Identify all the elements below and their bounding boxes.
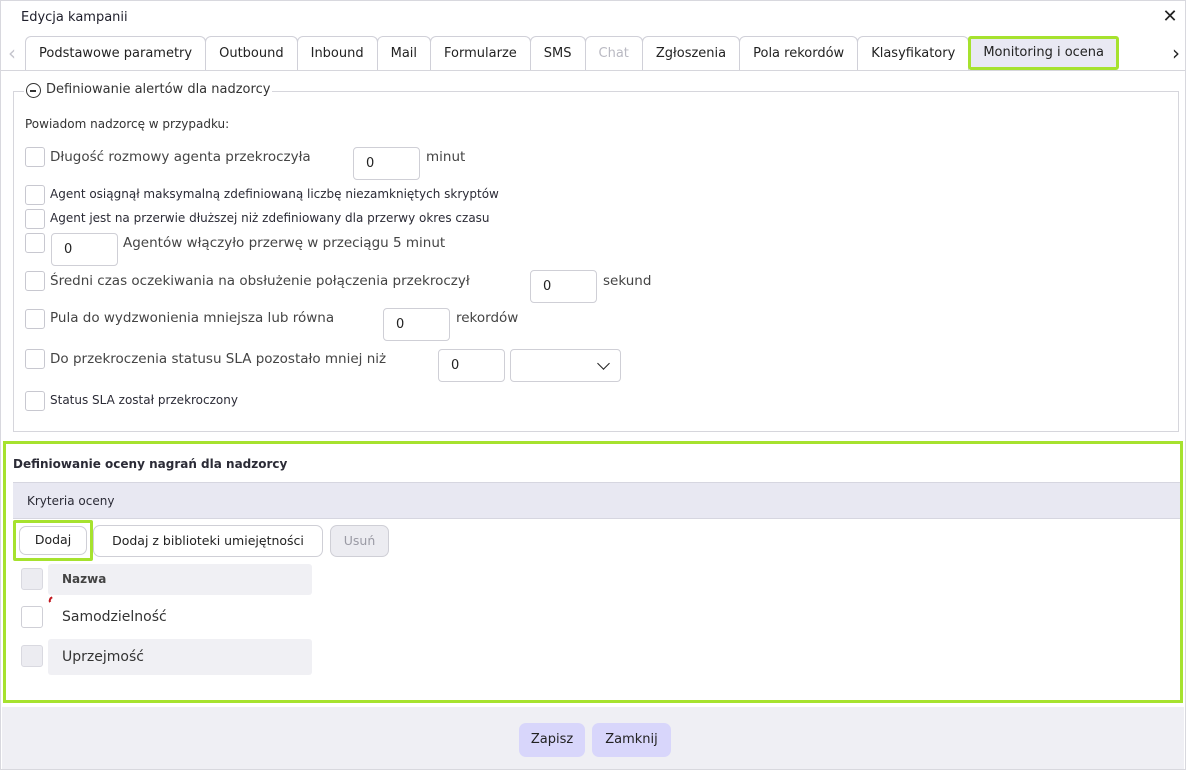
alerts-group: Definiowanie alertów dla nadzorcy Powiad… — [13, 82, 1179, 432]
avg-wait-checkbox[interactable] — [25, 271, 45, 291]
tab-klasyfikatory[interactable]: Klasyfikatory — [857, 36, 970, 70]
tab-podstawowe-parametry[interactable]: Podstawowe parametry — [25, 36, 207, 70]
long-break-checkbox[interactable] — [25, 209, 45, 229]
rating-section-title: Definiowanie oceny nagrań dla nadzorcy — [13, 457, 288, 471]
call-length-unit: minut — [426, 149, 466, 165]
add-button-label: Dodaj — [19, 526, 87, 555]
criteria-header-bar: Kryteria oceny — [13, 482, 1180, 519]
avg-wait-unit: sekund — [603, 273, 652, 289]
tab-chat[interactable]: Chat — [584, 36, 643, 70]
criteria-header-label: Kryteria oceny — [27, 494, 115, 508]
sla-exceeded-label: Status SLA został przekroczony — [50, 393, 238, 407]
max-scripts-checkbox[interactable] — [25, 185, 45, 205]
break-count-input[interactable]: 0 — [51, 233, 118, 266]
tab-pola-rekordow[interactable]: Pola rekordów — [739, 36, 859, 70]
dialog-footer: Zapisz Zamknij — [2, 707, 1184, 769]
column-header-name: Nazwa — [48, 564, 312, 595]
pool-label: Pula do wydzwonienia mniejsza lub równa — [50, 310, 335, 326]
collapse-minus-icon[interactable] — [26, 83, 41, 98]
row-checkbox-uprzejmosc[interactable] — [21, 645, 43, 667]
sla-left-checkbox[interactable] — [25, 349, 45, 369]
call-length-label: Długość rozmowy agenta przekroczyła — [50, 149, 311, 165]
add-from-library-button[interactable]: Dodaj z biblioteki umiejętności — [93, 525, 323, 557]
tab-bar: ‹ Podstawowe parametry Outbound Inbound … — [1, 36, 1185, 71]
close-button[interactable]: Zamknij — [592, 723, 671, 757]
long-break-label: Agent jest na przerwie dłuższej niż zdef… — [50, 211, 490, 225]
pool-unit: rekordów — [456, 310, 519, 326]
tab-monitoring-i-ocena[interactable]: Monitoring i ocena — [968, 36, 1120, 70]
dialog-title: Edycja kampanii — [21, 10, 128, 25]
chevron-right-icon[interactable]: › — [1168, 40, 1184, 68]
sla-exceeded-checkbox[interactable] — [25, 391, 45, 411]
tab-outbound[interactable]: Outbound — [205, 36, 298, 70]
call-length-checkbox[interactable] — [25, 147, 45, 167]
save-button[interactable]: Zapisz — [519, 723, 585, 757]
select-all-checkbox[interactable] — [21, 568, 43, 590]
alerts-intro: Powiadom nadzorcę w przypadku: — [25, 117, 230, 131]
avg-wait-input[interactable]: 0 — [530, 270, 597, 303]
pool-checkbox[interactable] — [25, 309, 45, 329]
sla-left-label: Do przekroczenia statusu SLA pozostało m… — [50, 351, 387, 367]
pool-input[interactable]: 0 — [383, 308, 450, 341]
table-row-samodzielnosc[interactable]: Samodzielność — [48, 601, 312, 633]
table-row-uprzejmosc[interactable]: Uprzejmość — [48, 639, 312, 675]
tab-inbound[interactable]: Inbound — [296, 36, 378, 70]
close-icon[interactable]: ✕ — [1159, 6, 1181, 28]
avg-wait-label: Średni czas oczekiwania na obsłużenie po… — [50, 273, 470, 289]
tab-zgloszenia[interactable]: Zgłoszenia — [641, 36, 741, 70]
alerts-legend-label: Definiowanie alertów dla nadzorcy — [46, 82, 271, 97]
alerts-legend[interactable]: Definiowanie alertów dla nadzorcy — [24, 82, 273, 98]
break-count-checkbox[interactable] — [25, 233, 45, 253]
tab-sms[interactable]: SMS — [529, 36, 586, 70]
chevron-down-icon — [597, 357, 610, 370]
sla-left-input[interactable]: 0 — [438, 349, 505, 382]
tab-mail[interactable]: Mail — [376, 36, 432, 70]
tabs: Podstawowe parametry Outbound Inbound Ma… — [25, 36, 1120, 71]
recording-rating-section: Definiowanie oceny nagrań dla nadzorcy K… — [3, 441, 1183, 703]
break-count-label: Agentów włączyło przerwę w przeciągu 5 m… — [123, 235, 446, 251]
call-length-input[interactable]: 0 — [353, 147, 420, 180]
campaign-edit-dialog: Edycja kampanii ✕ ‹ Podstawowe parametry… — [0, 0, 1186, 770]
title-bar: Edycja kampanii ✕ — [1, 1, 1185, 35]
sla-unit-select[interactable] — [510, 349, 621, 382]
add-button[interactable]: Dodaj — [13, 520, 93, 561]
row-checkbox-samodzielnosc[interactable] — [21, 606, 43, 628]
tab-formularze[interactable]: Formularze — [430, 36, 531, 70]
max-scripts-label: Agent osiągnął maksymalną zdefiniowaną l… — [50, 187, 499, 201]
chevron-left-icon[interactable]: ‹ — [4, 40, 20, 68]
remove-button[interactable]: Usuń — [330, 525, 389, 557]
